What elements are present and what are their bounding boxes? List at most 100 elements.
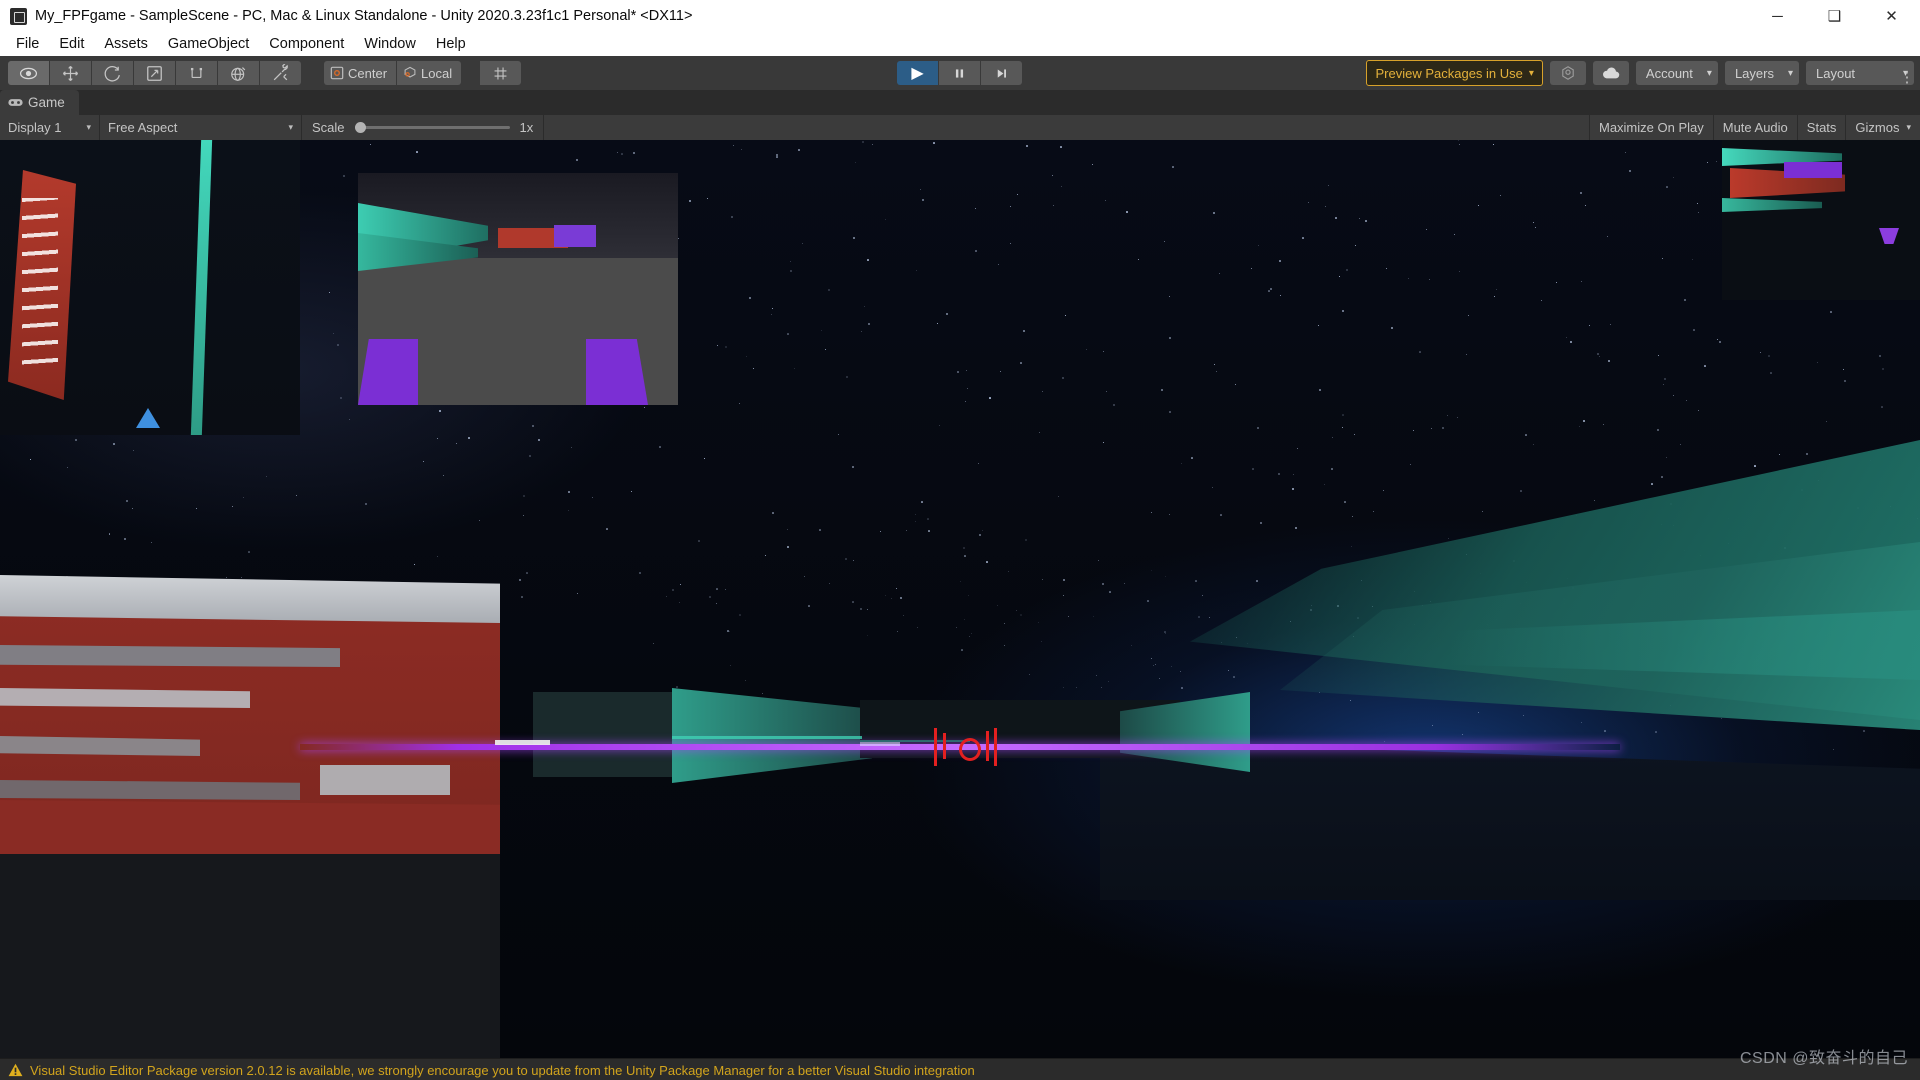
display-dropdown[interactable]: Display 1 ▾ [0, 115, 100, 140]
pause-button[interactable] [939, 61, 980, 85]
handle-rotation-label: Local [421, 65, 453, 81]
pip-left-blue-triangle [136, 408, 160, 428]
scale-slider-track [354, 126, 510, 129]
transform-tool-button[interactable] [218, 61, 259, 85]
status-bar[interactable]: Visual Studio Editor Package version 2.0… [0, 1058, 1920, 1080]
pivot-handle-group: Center Local [324, 61, 462, 85]
transform-tools-group [8, 61, 302, 85]
menu-help[interactable]: Help [426, 34, 476, 54]
menu-file[interactable]: File [6, 34, 49, 54]
env-grey-stripe-1 [0, 645, 340, 667]
collab-button[interactable] [1549, 61, 1586, 85]
menu-bar: File Edit Assets GameObject Component Wi… [0, 32, 1920, 56]
tab-game-label: Game [28, 95, 65, 110]
neon-white-segment-2 [860, 742, 900, 746]
layers-button[interactable]: Layers ▾ [1724, 61, 1799, 85]
game-view-toolbar-right: Maximize On Play Mute Audio Stats Gizmos… [1588, 115, 1920, 140]
tab-game[interactable]: Game [0, 90, 79, 115]
grid-snap-icon [494, 67, 507, 79]
window-title: My_FPFgame - SampleScene - PC, Mac & Lin… [35, 8, 693, 24]
layers-label: Layers [1734, 65, 1774, 81]
maximize-on-play-button[interactable]: Maximize On Play [1588, 115, 1713, 140]
gizmos-button[interactable]: Gizmos ▾ [1845, 115, 1920, 140]
title-bar: My_FPFgame - SampleScene - PC, Mac & Lin… [0, 0, 1920, 32]
cloud-button[interactable] [1592, 61, 1629, 85]
unity-editor-window: My_FPFgame - SampleScene - PC, Mac & Lin… [0, 0, 1920, 1080]
playback-controls: ▶ [897, 61, 1023, 85]
scale-tool-button[interactable] [134, 61, 175, 85]
pivot-mode-button[interactable]: Center [324, 61, 397, 85]
preview-packages-button[interactable]: Preview Packages in Use ▾ [1366, 60, 1543, 86]
handle-local-icon [404, 66, 416, 78]
menu-gameobject[interactable]: GameObject [158, 34, 259, 54]
minimize-button[interactable]: ─ [1749, 0, 1806, 32]
mute-audio-button[interactable]: Mute Audio [1712, 115, 1797, 140]
stats-button[interactable]: Stats [1796, 115, 1846, 140]
menu-assets[interactable]: Assets [94, 34, 158, 54]
rotate-tool-button[interactable] [92, 61, 133, 85]
status-message: Visual Studio Editor Package version 2.0… [30, 1062, 975, 1078]
env-center-dark-block [533, 692, 673, 777]
hud-crosshair [932, 728, 1002, 768]
game-view[interactable] [0, 140, 1920, 1058]
env-teal-thin-1 [672, 736, 862, 739]
grid-snap-button[interactable] [480, 61, 522, 85]
aspect-label: Free Aspect [108, 120, 178, 135]
pip-center-purple-target [554, 225, 596, 247]
preview-packages-label: Preview Packages in Use [1375, 65, 1523, 81]
scale-slider[interactable] [354, 120, 510, 136]
crosshair-bar-right-inner [986, 731, 989, 761]
tab-options-kebab[interactable]: ⋮ [1898, 68, 1916, 86]
main-toolbar: Center Local ▶ Preview Packages in Use ▾… [0, 56, 1920, 91]
chevron-down-icon: ▾ [1706, 67, 1712, 79]
tab-strip: Game ⋮ [0, 69, 1920, 115]
env-brick-lower-left [0, 800, 500, 860]
move-tool-button[interactable] [50, 61, 91, 85]
menu-window[interactable]: Window [354, 34, 426, 54]
env-grey-box-mid [320, 765, 450, 795]
pivot-mode-label: Center [348, 65, 388, 81]
env-dark-left-ground [0, 854, 500, 1058]
chevron-down-icon: ▾ [288, 122, 293, 132]
scale-label: Scale [312, 120, 345, 135]
pivot-center-icon [330, 66, 344, 80]
env-grey-stripe-2 [0, 688, 250, 708]
menu-component[interactable]: Component [259, 34, 354, 54]
aspect-dropdown[interactable]: Free Aspect ▾ [100, 115, 302, 140]
env-grey-stripe-4 [0, 780, 300, 800]
custom-editor-tool-button[interactable] [260, 61, 301, 85]
crosshair-bar-left-outer [934, 728, 937, 766]
snap-group [480, 61, 522, 85]
pip-right-view [1722, 140, 1920, 300]
chevron-down-icon: ▾ [1528, 67, 1534, 79]
chevron-down-icon: ▾ [1906, 122, 1911, 132]
crosshair-bar-left-inner [943, 733, 946, 759]
crosshair-ring [959, 738, 981, 761]
account-button[interactable]: Account ▾ [1635, 61, 1718, 85]
cloud-icon [1602, 67, 1620, 79]
display-label: Display 1 [8, 120, 62, 135]
game-view-toolbar: Display 1 ▾ Free Aspect ▾ Scale 1x Maxim… [0, 115, 1920, 141]
pip-left-white-marks [22, 198, 58, 368]
crosshair-bar-right-outer [994, 728, 997, 766]
pip-center-view [358, 173, 678, 405]
menu-edit[interactable]: Edit [49, 34, 94, 54]
neon-white-segment [495, 740, 550, 745]
gamepad-icon [8, 99, 23, 106]
pip-right-purple-panel [1784, 162, 1842, 178]
chevron-down-icon: ▾ [1787, 67, 1793, 79]
warning-triangle-icon [8, 1063, 23, 1077]
hand-tool-button[interactable] [8, 61, 49, 85]
scale-slider-knob[interactable] [354, 122, 366, 133]
play-button[interactable]: ▶ [897, 61, 938, 85]
window-controls: ─ ❑ ✕ [1749, 0, 1920, 32]
collab-icon [1562, 66, 1574, 80]
pip-left-view [0, 140, 300, 435]
step-button[interactable] [981, 61, 1022, 85]
handle-rotation-button[interactable]: Local [397, 61, 462, 85]
maximize-button[interactable]: ❑ [1806, 0, 1863, 32]
rect-transform-tool-button[interactable] [176, 61, 217, 85]
csdn-watermark: CSDN @致奋斗的自己 [1739, 1050, 1908, 1067]
scale-control: Scale 1x [302, 115, 545, 140]
close-button[interactable]: ✕ [1863, 0, 1920, 32]
